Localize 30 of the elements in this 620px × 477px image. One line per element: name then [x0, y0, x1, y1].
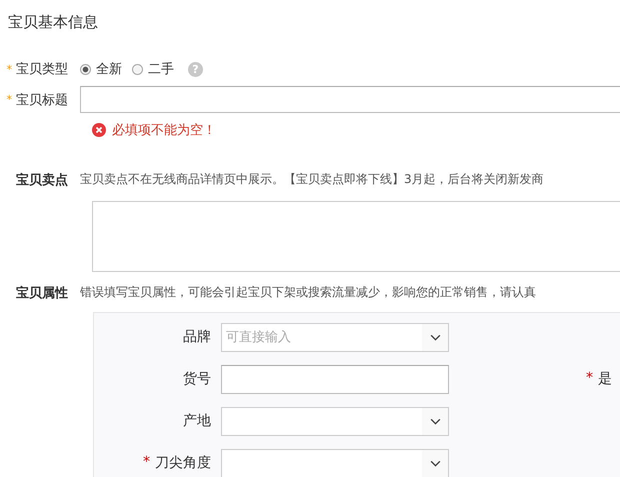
field-label: 是	[598, 370, 612, 388]
option-label[interactable]: 全新	[96, 60, 122, 78]
chevron-icon	[430, 334, 440, 340]
required-mark: *	[6, 62, 12, 76]
text-area[interactable]	[92, 201, 620, 272]
field-label: 宝贝属性	[16, 284, 68, 302]
hint-text: 宝贝卖点不在无线商品详情页中展示。【宝贝卖点即将下线】3月起，后台将关闭新发商	[80, 171, 544, 188]
required-mark: *	[143, 454, 150, 472]
field-label: 宝贝卖点	[16, 172, 68, 189]
section-title: 宝贝基本信息	[7, 12, 98, 33]
required-mark: *	[6, 93, 12, 106]
chevron-icon	[430, 460, 440, 466]
field-label: 宝贝标题	[16, 92, 68, 108]
required-mark: *	[586, 370, 593, 388]
field-label: 刀尖角度	[155, 454, 211, 472]
radio-button[interactable]	[80, 64, 91, 74]
radio-button[interactable]	[132, 64, 143, 74]
hint-text: 错误填写宝贝属性，可能会引起宝贝下架或搜索流量减少，影响您的正常销售，请认真	[80, 284, 536, 301]
field-label: 产地	[183, 412, 211, 430]
option-label[interactable]: 二手	[148, 60, 174, 78]
select-field[interactable]	[221, 448, 449, 477]
field-label: 品牌	[183, 328, 211, 346]
field-label: 宝贝类型	[16, 61, 68, 78]
input-field[interactable]	[221, 364, 449, 394]
select-field[interactable]	[221, 406, 449, 436]
field-label: 货号	[183, 370, 211, 388]
chevron-icon	[430, 418, 440, 424]
error-icon	[92, 123, 106, 137]
error-message: 必填项不能为空！	[112, 122, 216, 139]
input-field[interactable]	[80, 86, 620, 113]
